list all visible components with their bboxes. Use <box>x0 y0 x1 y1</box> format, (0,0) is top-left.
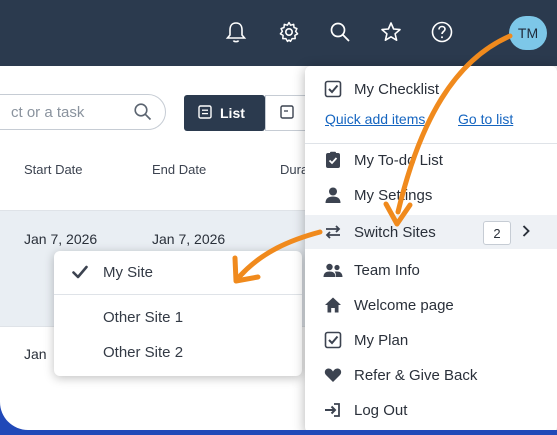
tutorial-annotation-arrows <box>232 33 513 284</box>
app-window: TM ct or a task List Start Date End Date… <box>0 0 557 430</box>
arrow-avatar-to-switch-sites <box>395 33 513 215</box>
arrow-switch-sites-to-submenu <box>237 229 323 279</box>
